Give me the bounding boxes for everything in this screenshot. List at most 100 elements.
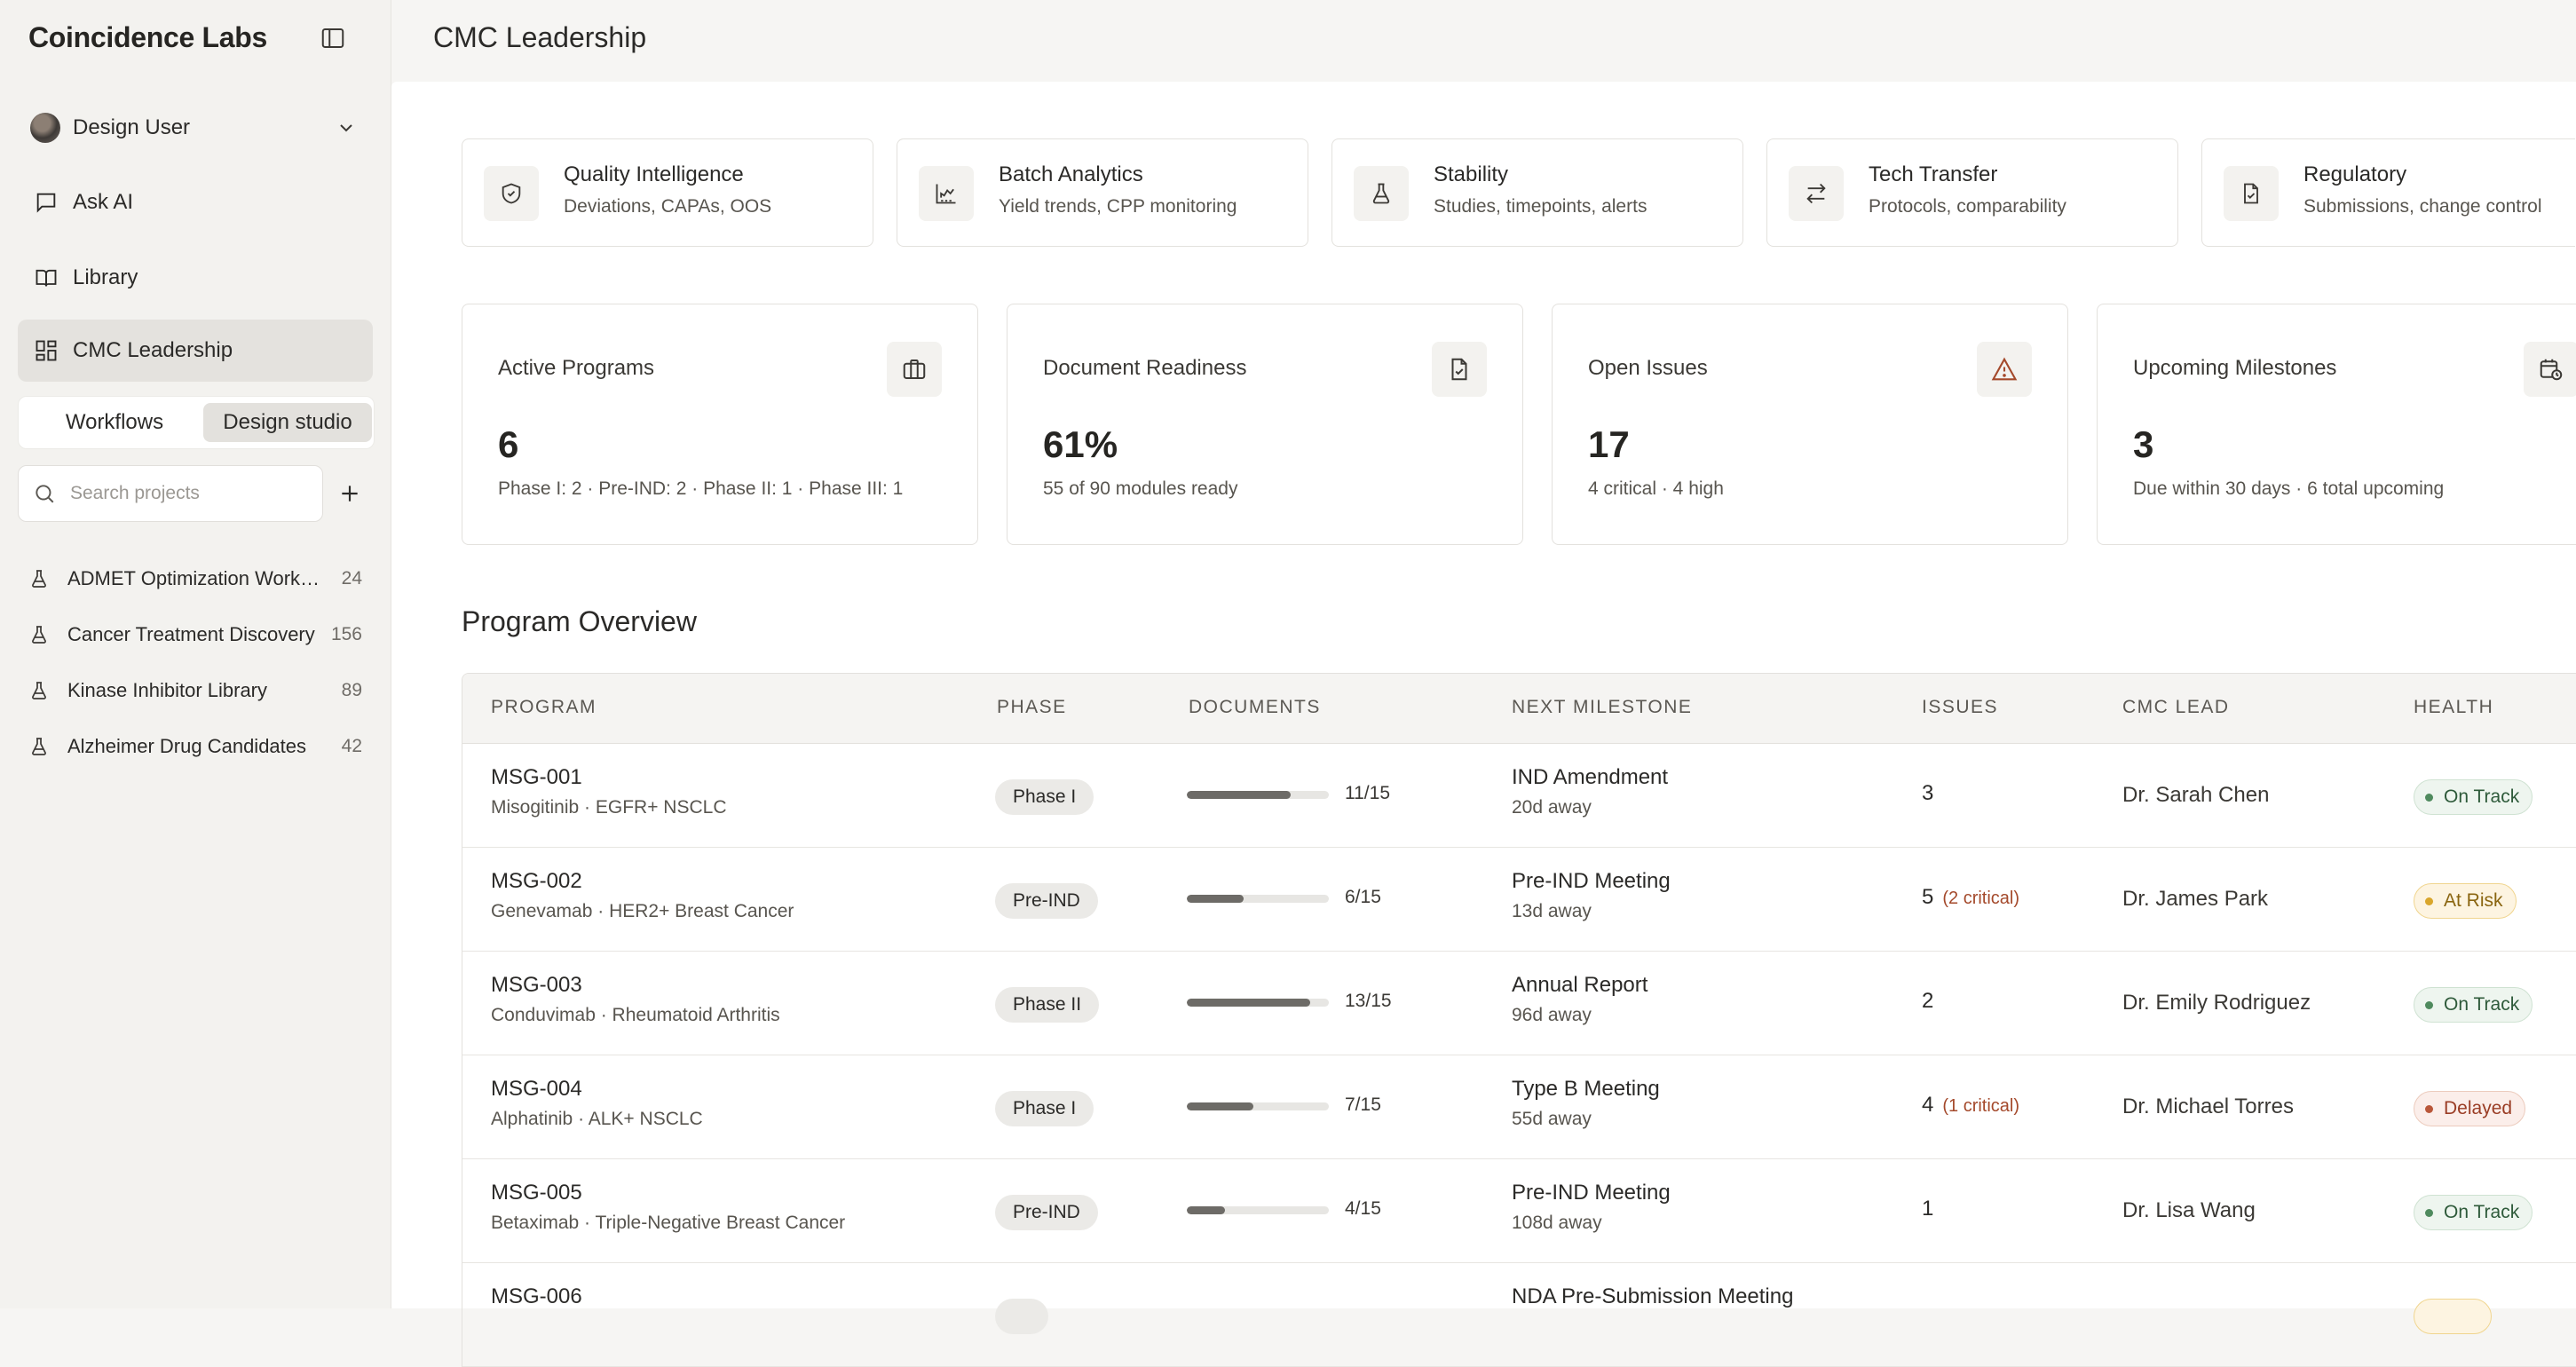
documents-progress-bar <box>1187 1206 1329 1214</box>
program-description: Misogitinib · EGFR+ NSCLC <box>491 797 727 818</box>
search-input[interactable] <box>68 482 303 505</box>
stat-subtitle: 4 critical · 4 high <box>1588 478 1724 499</box>
flask-icon <box>1354 166 1409 221</box>
stat-card-open-issues: Open Issues 17 4 critical · 4 high <box>1552 304 2068 545</box>
quick-link-regulatory[interactable]: Regulatory Submissions, change control <box>2201 138 2575 247</box>
milestone-name: NDA Pre-Submission Meeting <box>1512 1284 1794 1308</box>
progress-fill <box>1187 895 1244 903</box>
stat-label: Active Programs <box>498 356 655 380</box>
issues-value: 5 <box>1922 885 1934 909</box>
sidebar: Coincidence Labs Design User Ask AI Libr… <box>0 0 391 1308</box>
status-dot <box>2425 897 2433 905</box>
project-item[interactable]: Kinase Inhibitor Library 89 <box>18 668 373 713</box>
program-id[interactable]: MSG-005 <box>491 1181 582 1205</box>
search-icon <box>33 481 58 506</box>
flask-icon <box>27 678 51 703</box>
quick-link-batch-analytics[interactable]: Batch Analytics Yield trends, CPP monito… <box>897 138 1308 247</box>
stat-subtitle: Phase I: 2 · Pre-IND: 2 · Phase II: 1 · … <box>498 478 904 499</box>
shield-check-icon <box>484 166 539 221</box>
message-square-icon <box>32 188 60 217</box>
table-body: MSG-001 Misogitinib · EGFR+ NSCLC Phase I 1… <box>462 744 2576 1367</box>
phase-badge: Phase II <box>995 987 1100 1023</box>
project-name: Kinase Inhibitor Library <box>67 679 268 701</box>
table-row[interactable]: MSG-001 Misogitinib · EGFR+ NSCLC Phase I 1… <box>462 744 2576 848</box>
phase-badge: Phase I <box>995 1091 1094 1126</box>
issues-value: 3 <box>1922 781 1934 805</box>
issues-value: 2 <box>1922 989 1934 1013</box>
milestone-due: 108d away <box>1512 1213 1602 1233</box>
chevron-down-icon <box>336 117 357 138</box>
stat-value: 61% <box>1043 423 1118 465</box>
milestone-name: Annual Report <box>1512 973 1648 997</box>
stat-value: 3 <box>2133 423 2154 465</box>
health-badge: On Track <box>2414 987 2533 1023</box>
section-title-program-overview: Program Overview <box>462 605 697 637</box>
column-header-health[interactable]: HEALTH <box>2414 697 2493 718</box>
project-count: 89 <box>341 680 362 700</box>
column-header-program[interactable]: PROGRAM <box>491 697 597 718</box>
cmc-lead: Dr. Sarah Chen <box>2122 783 2270 807</box>
table-row[interactable]: MSG-006 NDA Pre-Submission Meeting <box>462 1263 2576 1367</box>
sidebar-item-ask-ai[interactable]: Ask AI <box>18 171 373 233</box>
progress-fill <box>1187 1206 1225 1214</box>
quick-link-title: Regulatory <box>2303 162 2407 186</box>
health-label: At Risk <box>2444 890 2503 911</box>
column-header-next-milestone[interactable]: NEXT MILESTONE <box>1512 697 1692 718</box>
program-id[interactable]: MSG-006 <box>491 1284 582 1309</box>
quick-link-subtitle: Yield trends, CPP monitoring <box>999 196 1237 217</box>
sidebar-item-library[interactable]: Library <box>18 247 373 309</box>
page-title: CMC Leadership <box>433 21 647 53</box>
program-id[interactable]: MSG-001 <box>491 765 582 790</box>
alert-triangle-icon <box>1977 342 2032 397</box>
stat-card-active-programs: Active Programs 6 Phase I: 2 · Pre-IND: … <box>462 304 978 545</box>
milestone-name: IND Amendment <box>1512 765 1669 789</box>
documents-count: 11/15 <box>1345 783 1390 803</box>
health-label: Delayed <box>2444 1098 2513 1118</box>
progress-fill <box>1187 1102 1253 1110</box>
milestone-name: Type B Meeting <box>1512 1077 1660 1101</box>
user-name: Design User <box>73 115 191 139</box>
table-row[interactable]: MSG-002 Genevamab · HER2+ Breast Cancer Pr… <box>462 848 2576 952</box>
sidebar-item-cmc-leadership[interactable]: CMC Leadership <box>18 320 373 382</box>
project-item[interactable]: Cancer Treatment Discovery 156 <box>18 612 373 657</box>
issues-value: 4 <box>1922 1093 1934 1117</box>
layout-grid-icon <box>32 336 60 365</box>
add-project-button[interactable] <box>334 478 366 510</box>
quick-link-tech-transfer[interactable]: Tech Transfer Protocols, comparability <box>1766 138 2178 247</box>
table-row[interactable]: MSG-005 Betaximab · Triple-Negative Breas… <box>462 1159 2576 1263</box>
program-id[interactable]: MSG-003 <box>491 973 582 998</box>
phase-badge: Pre-IND <box>995 883 1098 919</box>
documents-progress-bar <box>1187 999 1329 1007</box>
sidebar-toggle-button[interactable] <box>318 23 348 53</box>
health-badge: Delayed <box>2414 1091 2526 1126</box>
stat-label: Document Readiness <box>1043 356 1247 380</box>
milestone-due: 96d away <box>1512 1005 1592 1025</box>
quick-link-quality-intelligence[interactable]: Quality Intelligence Deviations, CAPAs, … <box>462 138 873 247</box>
tab-design-studio[interactable]: Design studio <box>203 403 372 442</box>
quick-link-stability[interactable]: Stability Studies, timepoints, alerts <box>1331 138 1743 247</box>
quick-link-title: Quality Intelligence <box>564 162 744 186</box>
column-header-cmc-lead[interactable]: CMC LEAD <box>2122 697 2230 718</box>
workspace-segmented-control: Workflows Design studio <box>18 396 375 449</box>
health-label: On Track <box>2444 994 2520 1015</box>
column-header-documents[interactable]: DOCUMENTS <box>1189 697 1321 718</box>
project-name: Cancer Treatment Discovery <box>67 623 315 645</box>
program-id[interactable]: MSG-002 <box>491 869 582 894</box>
project-item[interactable]: ADMET Optimization Workfl... 24 <box>18 557 373 601</box>
column-header-issues[interactable]: ISSUES <box>1922 697 1998 718</box>
table-row[interactable]: MSG-004 Alphatinib · ALK+ NSCLC Phase I 7/1… <box>462 1055 2576 1159</box>
briefcase-icon <box>887 342 942 397</box>
program-id[interactable]: MSG-004 <box>491 1077 582 1102</box>
column-header-phase[interactable]: PHASE <box>997 697 1067 718</box>
health-label: On Track <box>2444 786 2520 807</box>
tab-workflows[interactable]: Workflows <box>26 403 203 442</box>
cmc-lead: Dr. James Park <box>2122 887 2269 911</box>
status-dot <box>2425 1208 2433 1217</box>
program-description: Alphatinib · ALK+ NSCLC <box>491 1109 703 1129</box>
user-menu[interactable]: Design User <box>18 105 373 151</box>
sidebar-item-label: CMC Leadership <box>73 338 233 362</box>
calendar-clock-icon <box>2524 342 2576 397</box>
project-item[interactable]: Alzheimer Drug Candidates 42 <box>18 724 373 769</box>
table-row[interactable]: MSG-003 Conduvimab · Rheumatoid Arthritis… <box>462 952 2576 1055</box>
stat-value: 17 <box>1588 423 1630 465</box>
